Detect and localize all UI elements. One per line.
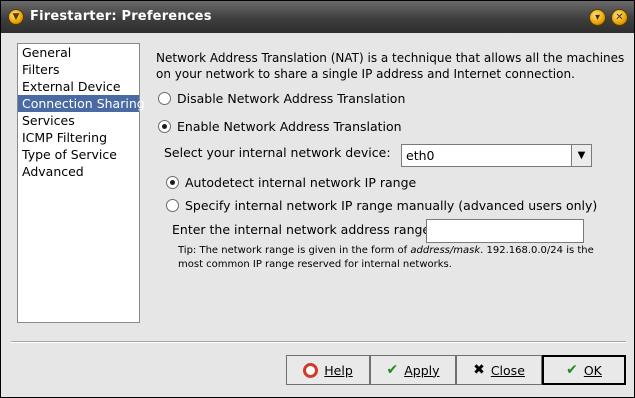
disable-nat-label: Disable Network Address Translation xyxy=(177,91,406,106)
tip-line-2: most common IP range reserved for intern… xyxy=(178,259,452,270)
address-range-input[interactable] xyxy=(426,219,584,243)
sidebar-item-general[interactable]: General xyxy=(18,44,139,61)
nat-intro-line-2: on your network to share a single IP add… xyxy=(156,67,575,81)
tip-form: address/mask xyxy=(410,245,481,256)
sidebar-item-icmp-filtering[interactable]: ICMP Filtering xyxy=(18,129,139,146)
ok-button[interactable]: ✔ OK xyxy=(542,355,626,385)
close-button[interactable]: ✖ Close xyxy=(456,355,542,385)
radio-indicator[interactable] xyxy=(166,176,179,189)
minimize-button[interactable]: ▾ xyxy=(589,9,606,26)
internal-device-value[interactable]: eth0 xyxy=(402,145,571,166)
lifebuoy-icon xyxy=(303,362,319,378)
enable-nat-radio[interactable]: Enable Network Address Translation xyxy=(158,119,402,134)
sidebar-item-services[interactable]: Services xyxy=(18,112,139,129)
disable-nat-radio[interactable]: Disable Network Address Translation xyxy=(158,91,405,106)
close-window-button[interactable]: ✕ xyxy=(611,9,628,26)
preferences-category-list: General Filters External Device Connecti… xyxy=(17,43,145,323)
manual-range-radio[interactable]: Specify internal network IP range manual… xyxy=(166,198,597,213)
sidebar-item-filters[interactable]: Filters xyxy=(18,61,139,78)
apply-button-label: Apply xyxy=(404,362,440,378)
autodetect-range-label: Autodetect internal network IP range xyxy=(185,175,417,190)
help-button-label: Help xyxy=(324,362,353,378)
apply-button[interactable]: ✔ Apply xyxy=(370,355,456,385)
radio-indicator[interactable] xyxy=(158,92,171,105)
ok-button-label: OK xyxy=(583,362,602,378)
help-button[interactable]: Help xyxy=(286,355,370,385)
tip-prefix: Tip: The network range is given in the f… xyxy=(178,245,411,256)
tip-line-1: Tip: The network range is given in the f… xyxy=(178,244,598,258)
sidebar-item-type-of-service[interactable]: Type of Service xyxy=(18,146,139,163)
title-bar[interactable]: ▼ Firestarter: Preferences ▾ ✕ xyxy=(1,1,634,33)
sidebar-item-advanced[interactable]: Advanced xyxy=(18,163,139,180)
checkmark-icon: ✔ xyxy=(386,362,399,378)
radio-indicator[interactable] xyxy=(166,199,179,212)
sidebar-item-external-device[interactable]: External Device xyxy=(18,78,139,95)
x-icon: ✖ xyxy=(473,362,485,378)
close-button-label: Close xyxy=(490,362,525,378)
preferences-window: ▼ Firestarter: Preferences ▾ ✕ General F… xyxy=(0,0,635,398)
firestarter-icon[interactable]: ▼ xyxy=(8,9,24,25)
nat-description: Network Address Translation (NAT) is a t… xyxy=(156,50,626,82)
button-separator xyxy=(11,341,626,343)
internal-device-combo[interactable]: eth0 ▼ xyxy=(401,144,592,167)
device-select-label: Select your internal network device: xyxy=(164,145,391,160)
chevron-down-icon[interactable]: ▼ xyxy=(571,145,591,166)
window-title: Firestarter: Preferences xyxy=(30,9,212,24)
range-input-label: Enter the internal network address range… xyxy=(172,222,435,237)
enable-nat-label: Enable Network Address Translation xyxy=(177,119,402,134)
sidebar-item-connection-sharing[interactable]: Connection Sharing xyxy=(18,95,145,112)
autodetect-range-radio[interactable]: Autodetect internal network IP range xyxy=(166,175,416,190)
range-tip: Tip: The network range is given in the f… xyxy=(178,244,598,272)
tip-suffix: . 192.168.0.0/24 is the xyxy=(480,245,594,256)
nat-intro-line-1: Network Address Translation (NAT) is a t… xyxy=(156,51,625,65)
radio-indicator[interactable] xyxy=(158,120,171,133)
manual-range-label: Specify internal network IP range manual… xyxy=(185,198,598,213)
checkmark-icon: ✔ xyxy=(566,362,578,378)
